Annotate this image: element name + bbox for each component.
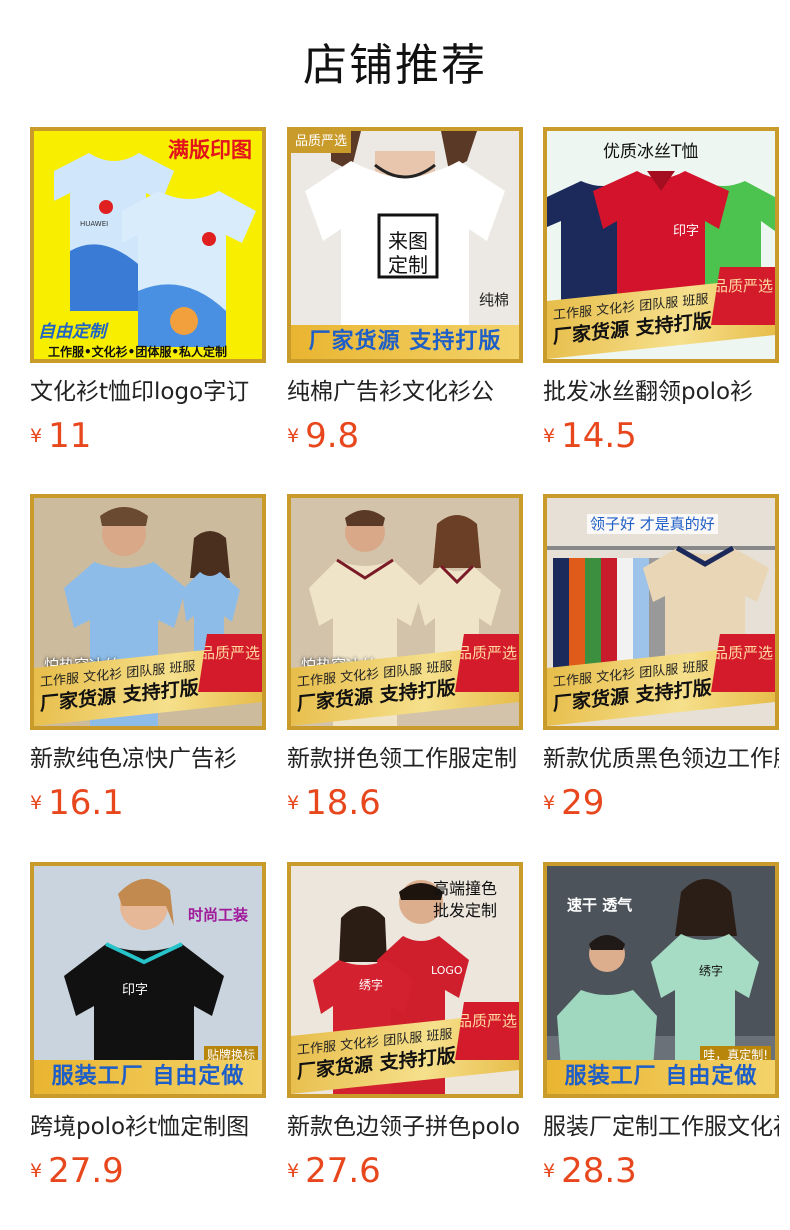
currency-symbol: ¥ — [543, 425, 556, 447]
product-image[interactable]: 时尚工装 印字 贴牌换标 服装工厂 自由定做 — [30, 862, 266, 1098]
price-value: 14.5 — [561, 416, 637, 456]
print-tag: 印字 — [673, 224, 700, 239]
product-image[interactable]: 怕热穿冰丝 工作服 文化衫 团队服 班服 厂家货源 支持打版 品质严选 — [287, 494, 523, 730]
product-image[interactable]: 速干 透气 绣字 哇，真定制! 服装工厂 自由定做 — [543, 862, 779, 1098]
quality-seal: 品质严选 — [711, 634, 775, 692]
quality-seal: 品质严选 — [455, 1002, 519, 1060]
promo-tag: 时尚工装 — [187, 906, 248, 924]
product-card[interactable]: 怕热穿冰丝 工作服 文化衫 团队服 班服 厂家货源 支持打版 品质严选 新款纯色… — [30, 494, 266, 822]
promo-tag: 来图定制 — [388, 229, 428, 277]
promo-tag: 满版印图 — [168, 138, 252, 162]
product-card[interactable]: 领子好 才是真的好 工作服 文化衫 团队服 班服 厂家货源 支持打版 品质严选 … — [543, 494, 779, 822]
product-image[interactable]: 品质严选 来图定制 纯棉 厂家货源 支持打版 — [287, 127, 523, 363]
product-price: ¥9.8 — [287, 417, 359, 455]
product-price: ¥16.1 — [30, 784, 124, 822]
product-image[interactable]: 怕热穿冰丝 工作服 文化衫 团队服 班服 厂家货源 支持打版 品质严选 — [30, 494, 266, 730]
product-card[interactable]: 速干 透气 绣字 哇，真定制! 服装工厂 自由定做 服装厂定制工作服文化衫 ¥2… — [543, 862, 779, 1190]
price-value: 27.9 — [48, 1151, 124, 1191]
product-title[interactable]: 服装厂定制工作服文化衫 — [543, 1110, 779, 1144]
currency-symbol: ¥ — [30, 1160, 43, 1182]
product-image[interactable]: 高端撞色 批发定制 绣字 LOGO 工作服 文化衫 团队服 班服 厂家货源 支持… — [287, 862, 523, 1098]
product-price: ¥28.3 — [543, 1152, 637, 1190]
product-image[interactable]: 优质冰丝T恤 印字 工作服 文化衫 团队服 班服 厂家货源 支持打版 品质严选 — [543, 127, 779, 363]
quality-seal: 品质严选 — [455, 634, 519, 692]
product-card[interactable]: 优质冰丝T恤 印字 工作服 文化衫 团队服 班服 厂家货源 支持打版 品质严选 … — [543, 127, 779, 455]
currency-symbol: ¥ — [287, 792, 300, 814]
print-tag: 绣字 — [699, 964, 724, 978]
corner-tag: 品质严选 — [291, 131, 352, 153]
print-tag: 绣字 — [359, 978, 384, 992]
promo-tag: 速干 透气 — [567, 896, 633, 914]
product-card[interactable]: 时尚工装 印字 贴牌换标 服装工厂 自由定做 跨境polo衫t恤定制图 ¥27.… — [30, 862, 266, 1190]
price-value: 11 — [48, 416, 92, 456]
promo-bar: 厂家货源 支持打版 — [291, 325, 519, 359]
price-value: 9.8 — [305, 416, 360, 456]
product-price: ¥27.6 — [287, 1152, 381, 1190]
currency-symbol: ¥ — [287, 425, 300, 447]
product-grid: 满版印图 HUAWEI 自由定制 工作服•文化衫•团体服•私人定制 文化衫t恤印… — [0, 0, 790, 1230]
product-image[interactable]: 满版印图 HUAWEI 自由定制 工作服•文化衫•团体服•私人定制 — [30, 127, 266, 363]
product-title[interactable]: 新款纯色凉快广告衫 — [30, 742, 266, 776]
product-title[interactable]: 纯棉广告衫文化衫公 — [287, 375, 523, 409]
product-title[interactable]: 批发冰丝翻领polo衫 — [543, 375, 779, 409]
product-price: ¥14.5 — [543, 417, 637, 455]
price-value: 18.6 — [305, 783, 381, 823]
print-tag: 印字 — [122, 983, 149, 998]
product-price: ¥29 — [543, 784, 604, 822]
price-value: 16.1 — [48, 783, 124, 823]
product-title[interactable]: 文化衫t恤印logo字订 — [30, 375, 266, 409]
product-title[interactable]: 新款拼色领工作服定制 — [287, 742, 523, 776]
product-price: ¥11 — [30, 417, 91, 455]
product-title[interactable]: 新款优质黑色领边工作服 — [543, 742, 779, 776]
promo-bar: 服装工厂 自由定做 — [547, 1060, 775, 1094]
product-card[interactable]: 高端撞色 批发定制 绣字 LOGO 工作服 文化衫 团队服 班服 厂家货源 支持… — [287, 862, 523, 1190]
logo-tag: LOGO — [431, 964, 463, 977]
promo-tag: 高端撞色 批发定制 — [433, 879, 498, 920]
currency-symbol: ¥ — [30, 792, 43, 814]
price-value: 29 — [561, 783, 605, 823]
promo-tag: 优质冰丝T恤 — [603, 142, 699, 162]
price-value: 28.3 — [561, 1151, 637, 1191]
currency-symbol: ¥ — [543, 792, 556, 814]
brand-tag: HUAWEI — [80, 220, 109, 228]
price-value: 27.6 — [305, 1151, 381, 1191]
product-title[interactable]: 跨境polo衫t恤定制图 — [30, 1110, 266, 1144]
quality-seal: 品质严选 — [198, 634, 262, 692]
fabric-tag: 纯棉 — [478, 291, 509, 309]
currency-symbol: ¥ — [30, 425, 43, 447]
currency-symbol: ¥ — [543, 1160, 556, 1182]
currency-symbol: ¥ — [287, 1160, 300, 1182]
promo-tag: 工作服•文化衫•团体服•私人定制 — [48, 345, 228, 359]
product-image[interactable]: 领子好 才是真的好 工作服 文化衫 团队服 班服 厂家货源 支持打版 品质严选 — [543, 494, 779, 730]
quality-seal: 品质严选 — [711, 267, 775, 325]
product-card[interactable]: 品质严选 来图定制 纯棉 厂家货源 支持打版 纯棉广告衫文化衫公 ¥9.8 — [287, 127, 523, 455]
promo-tag: 自由定制 — [38, 322, 106, 342]
product-price: ¥27.9 — [30, 1152, 124, 1190]
product-card[interactable]: 怕热穿冰丝 工作服 文化衫 团队服 班服 厂家货源 支持打版 品质严选 新款拼色… — [287, 494, 523, 822]
product-title[interactable]: 新款色边领子拼色polo — [287, 1110, 523, 1144]
promo-tag: 领子好 才是真的好 — [587, 514, 718, 534]
promo-bar: 服装工厂 自由定做 — [34, 1060, 262, 1094]
product-card[interactable]: 满版印图 HUAWEI 自由定制 工作服•文化衫•团体服•私人定制 文化衫t恤印… — [30, 127, 266, 455]
product-price: ¥18.6 — [287, 784, 381, 822]
